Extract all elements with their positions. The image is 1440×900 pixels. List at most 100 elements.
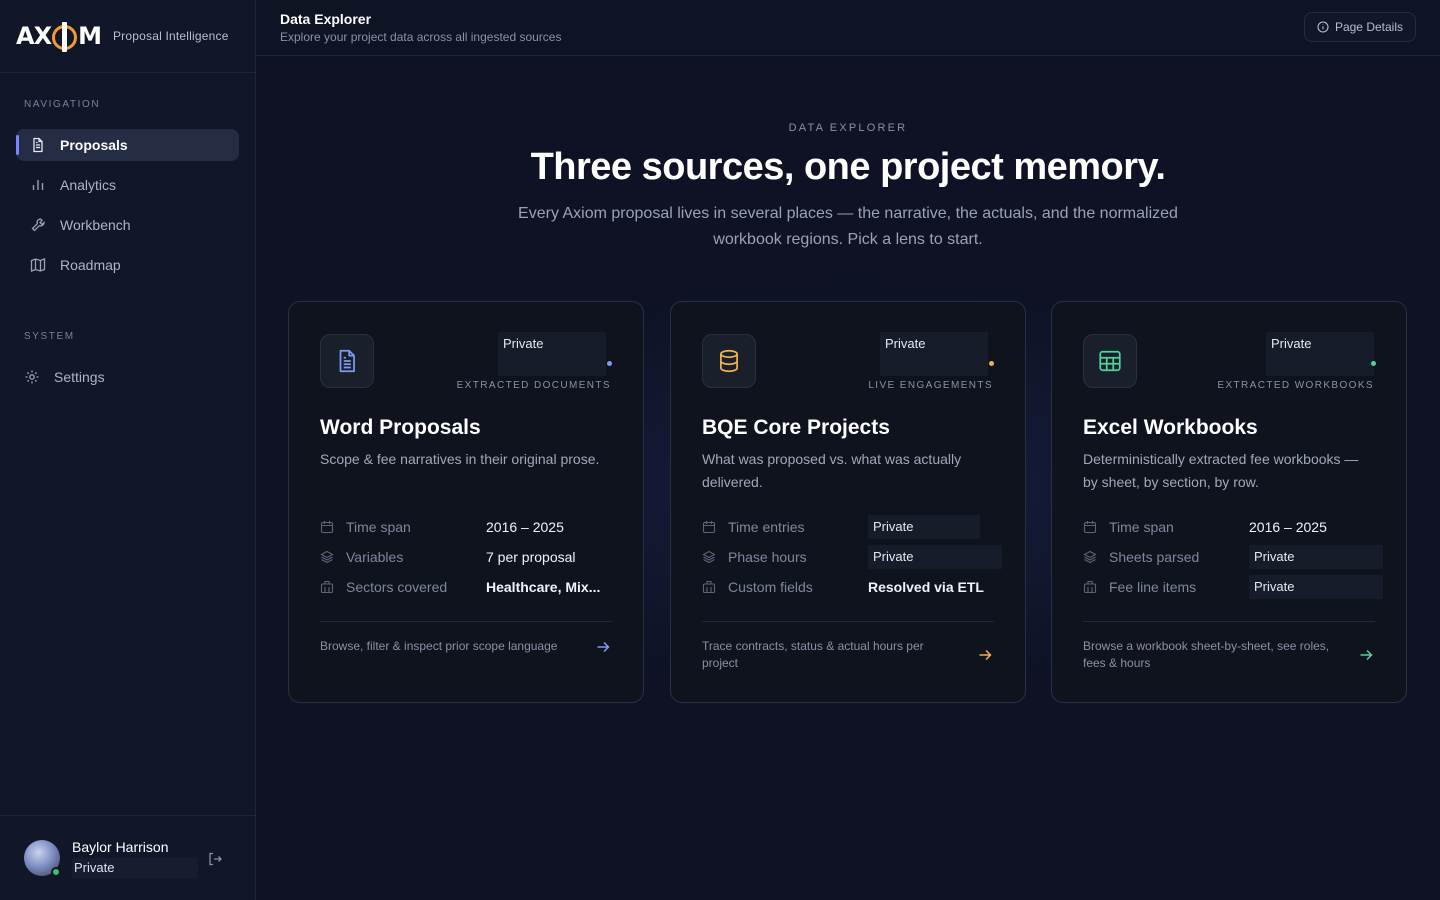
stat-label: Time entries [728, 519, 805, 535]
stat-label: Variables [346, 549, 404, 565]
stat-label: Time span [1109, 519, 1174, 535]
privacy-badge: Private [1266, 332, 1374, 376]
sidebar-item-roadmap[interactable]: Roadmap [16, 249, 239, 281]
logo-text-right: M [78, 22, 102, 50]
stat-label: Sheets parsed [1109, 549, 1200, 565]
stat-row: Time span 2016 – 2025 [1083, 516, 1383, 538]
user-profile[interactable]: Baylor Harrison Private [0, 815, 255, 900]
calendar-icon [702, 520, 716, 534]
card-title: Word Proposals [320, 416, 481, 439]
card-description: Deterministically extracted fee workbook… [1083, 451, 1359, 490]
logout-icon[interactable] [206, 850, 224, 868]
stat-value: Private [868, 545, 1002, 569]
stat-label: Time span [346, 519, 411, 535]
stat-value: Private [1249, 575, 1383, 599]
sidebar-item-label: Settings [54, 369, 105, 385]
stat-label: Fee line items [1109, 579, 1197, 595]
stat-value: 2016 – 2025 [486, 519, 564, 535]
avatar[interactable] [24, 840, 61, 877]
main-content: DATA EXPLORER Three sources, one project… [256, 56, 1440, 900]
document-icon [30, 137, 46, 153]
source-card-word-proposals[interactable]: Private EXTRACTED DOCUMENTS Word Proposa… [288, 301, 644, 703]
sidebar-item-label: Workbench [60, 217, 131, 233]
hero-title: Three sources, one project memory. [530, 146, 1166, 188]
stat-value: Private [1249, 545, 1383, 569]
hero-description: Every Axiom proposal lives in several pl… [518, 205, 1178, 248]
page-title: Data Explorer [280, 11, 372, 27]
card-icon-box [1083, 334, 1137, 388]
user-info: Baylor Harrison Private [72, 839, 198, 878]
user-role: Private [72, 857, 198, 878]
card-icon-box [702, 334, 756, 388]
calendar-icon [320, 520, 334, 534]
database-icon [716, 348, 742, 374]
accent-dot [989, 361, 994, 366]
calendar-icon [1083, 520, 1097, 534]
stat-value: 7 per proposal [486, 549, 576, 565]
stat-label: Sectors covered [346, 579, 448, 595]
card-footer-text: Browse, filter & inspect prior scope lan… [320, 639, 558, 653]
layers-icon [702, 550, 716, 564]
sidebar-item-proposals[interactable]: Proposals [16, 129, 239, 161]
sidebar-item-workbench[interactable]: Workbench [16, 209, 239, 241]
document-icon [334, 348, 360, 374]
card-footer-text: Browse a workbook sheet-by-sheet, see ro… [1083, 639, 1330, 670]
card-divider [320, 621, 612, 622]
layers-icon [1083, 550, 1097, 564]
accent-dot [1371, 361, 1376, 366]
navigation-section-label: NAVIGATION [24, 99, 101, 110]
page-details-button[interactable]: Page Details [1303, 12, 1416, 42]
building-icon [320, 580, 334, 594]
bar-chart-icon [30, 177, 46, 193]
stat-value: Healthcare, Mix... [486, 579, 601, 595]
system-section-label: SYSTEM [24, 331, 75, 342]
privacy-badge: Private [498, 332, 606, 376]
stat-value: Private [868, 515, 980, 539]
source-card-excel-workbooks[interactable]: Private EXTRACTED WORKBOOKS Excel Workbo… [1051, 301, 1407, 703]
user-name: Baylor Harrison [72, 838, 169, 855]
card-footer-text: Trace contracts, status & actual hours p… [702, 639, 924, 670]
page-subtitle: Explore your project data across all ing… [280, 30, 562, 44]
page-details-label: Page Details [1334, 20, 1403, 34]
stat-row: Variables 7 per proposal [320, 546, 620, 568]
sidebar-item-label: Analytics [60, 177, 117, 193]
stat-row: Time span 2016 – 2025 [320, 516, 620, 538]
sidebar-item-settings[interactable]: Settings [16, 361, 239, 393]
stat-label: Phase hours [728, 549, 807, 565]
sidebar-item-label: Proposals [60, 137, 128, 153]
logo-ring-icon [52, 21, 78, 52]
spreadsheet-icon [1097, 348, 1123, 374]
layers-icon [320, 550, 334, 564]
card-kind-label: LIVE ENGAGEMENTS [868, 380, 993, 391]
stat-label: Custom fields [728, 579, 813, 595]
app-subtitle: Proposal Intelligence [112, 29, 229, 43]
stat-row: Sectors covered Healthcare, Mix... [320, 576, 620, 598]
card-description: What was proposed vs. what was actually … [702, 451, 962, 490]
privacy-badge: Private [880, 332, 988, 376]
info-icon [1317, 21, 1329, 33]
stat-row: Phase hours Private [702, 545, 1002, 569]
sidebar-item-label: Roadmap [60, 257, 121, 273]
axiom-logo[interactable]: AX M [16, 21, 102, 52]
stat-value: Resolved via ETL [868, 579, 984, 595]
building-icon [702, 580, 716, 594]
card-divider [1083, 621, 1375, 622]
source-card-bqe-core-projects[interactable]: Private LIVE ENGAGEMENTS BQE Core Projec… [670, 301, 1026, 703]
arrow-right-icon[interactable] [595, 639, 611, 655]
brand-header: AX M Proposal Intelligence [0, 0, 255, 73]
accent-dot [607, 361, 612, 366]
sidebar-item-analytics[interactable]: Analytics [16, 169, 239, 201]
card-kind-label: EXTRACTED WORKBOOKS [1217, 380, 1374, 391]
card-description: Scope & fee narratives in their original… [320, 451, 600, 467]
map-icon [30, 257, 46, 273]
card-kind-label: EXTRACTED DOCUMENTS [456, 380, 611, 391]
card-title: Excel Workbooks [1083, 416, 1258, 439]
arrow-right-icon[interactable] [977, 647, 993, 663]
hero-eyebrow: DATA EXPLORER [788, 122, 908, 134]
top-bar: Data Explorer Explore your project data … [256, 0, 1440, 56]
card-icon-box [320, 334, 374, 388]
stat-value: 2016 – 2025 [1249, 519, 1327, 535]
gear-icon [24, 369, 40, 385]
arrow-right-icon[interactable] [1358, 647, 1374, 663]
card-title: BQE Core Projects [702, 416, 890, 439]
